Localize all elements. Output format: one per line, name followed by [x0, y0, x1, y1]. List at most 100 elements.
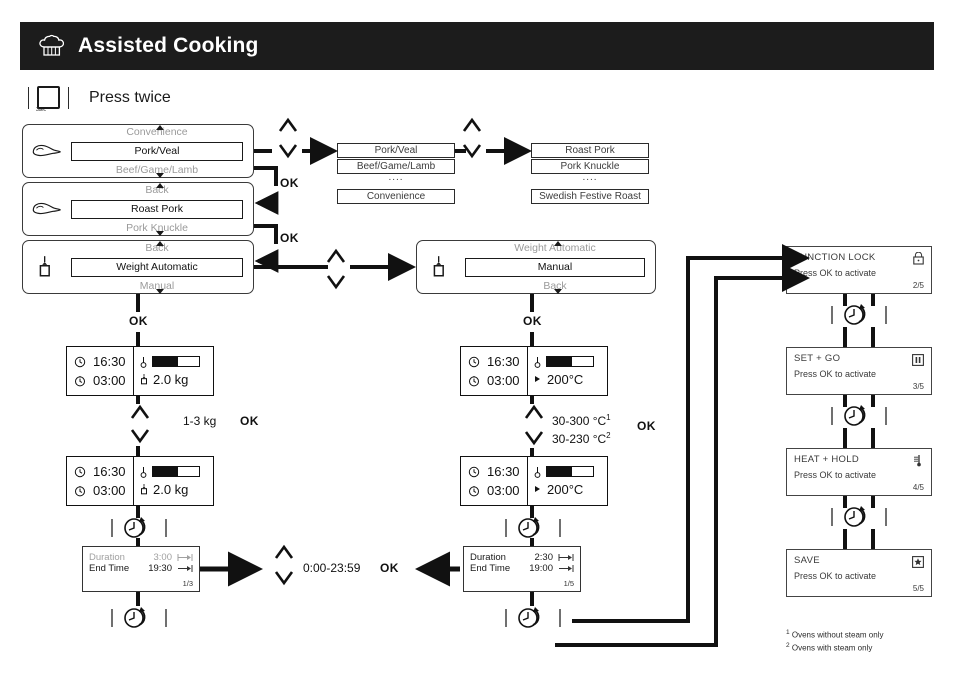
temperature-gauge-row: [533, 466, 607, 478]
caret-up-icon: [156, 124, 164, 130]
button-hold-label: 3sec: [36, 107, 46, 113]
caret-up-icon: [554, 240, 562, 246]
menu-list-mode: Back Weight Automatic Manual: [67, 240, 253, 295]
page-indicator: 3/5: [912, 382, 924, 391]
duration-panel-right[interactable]: Duration 2:30 End Time 19:00 1/5: [463, 546, 581, 592]
caret-down-icon: [156, 172, 164, 178]
end-time-value: 19:30: [148, 563, 172, 574]
caret-down-icon: [554, 288, 562, 294]
function-panel-set-and-go[interactable]: SET + GO Press OK to activate 3/5: [786, 347, 932, 395]
menu-box-weight-automatic[interactable]: Back Weight Automatic Manual: [22, 240, 254, 294]
page-indicator: 4/5: [912, 483, 924, 492]
menu-box-category[interactable]: Convenience Pork/Veal Beef/Game/Lamb: [22, 124, 254, 178]
duration-row: Duration 2:30: [470, 552, 574, 563]
footnotes: 1 Ovens without steam only 2 Ovens with …: [786, 628, 883, 655]
time-ok-label: OK: [380, 561, 399, 575]
gauge-fill: [153, 357, 179, 366]
menu-row-selected[interactable]: Manual: [465, 257, 645, 277]
caret-down-icon: [156, 288, 164, 294]
weight-range-label: 1-3 kg: [183, 414, 217, 428]
list-item[interactable]: Convenience: [337, 189, 455, 204]
rotary-selector-icon-6: [828, 404, 890, 433]
menu-box-dish[interactable]: Back Roast Pork Pork Knuckle: [22, 182, 254, 236]
pause-icon: [912, 353, 924, 371]
list-item[interactable]: Pork/Veal: [337, 143, 455, 158]
clock-value: 16:30: [93, 354, 126, 369]
rotary-selector-icon-5: [828, 303, 890, 332]
lock-icon: [913, 251, 924, 270]
timer-value: 03:00: [487, 483, 520, 498]
clock-icon: [74, 466, 86, 477]
caret-up-icon: [156, 182, 164, 188]
time-range-label: 0:00-23:59: [303, 561, 361, 575]
footnote-text: Ovens without steam only: [791, 630, 884, 640]
menu-row-selected[interactable]: Pork/Veal: [71, 141, 243, 161]
divider-right: [68, 86, 69, 109]
temperature-gauge: [152, 356, 200, 367]
list-ellipsis: ....: [582, 172, 598, 183]
timer-value: 03:00: [93, 483, 126, 498]
thermometer-icon: [534, 356, 541, 368]
menu-box-manual[interactable]: Weight Automatic Manual Back: [416, 240, 656, 294]
weight-value: 2.0 kg: [153, 481, 189, 497]
function-panel-save[interactable]: SAVE Press OK to activate 5/5: [786, 549, 932, 597]
temperature-gauge-row: [139, 356, 213, 368]
clock-row: 16:30: [74, 354, 133, 369]
thermometer-icon: [140, 466, 147, 478]
rotary-selector-icon-4: [502, 606, 564, 635]
rotary-selector-icon-1: [108, 516, 170, 545]
thermometer-icon: [534, 466, 541, 478]
clock-value: 16:30: [487, 354, 520, 369]
display-left-column: 16:30 03:00: [67, 457, 133, 505]
display-left-column: 16:30 03:00: [461, 457, 527, 505]
display-temperature-1: 16:30 03:00 200°C: [460, 346, 608, 396]
roast-meat-icon: [23, 140, 67, 162]
timer-value: 03:00: [93, 373, 126, 388]
temperature-value: 200°C: [547, 481, 584, 497]
fan-arrow-icon: [535, 486, 540, 492]
thermometer-icon: [912, 454, 924, 472]
function-panel-heat-and-hold[interactable]: HEAT + HOLD Press OK to activate 4/5: [786, 448, 932, 496]
temperature-row: 200°C: [533, 482, 607, 497]
list-item[interactable]: Swedish Festive Roast: [531, 189, 649, 204]
press-twice-row: 3sec Press twice: [20, 86, 171, 113]
duration-row: Duration 3:00: [89, 552, 193, 563]
star-box-icon: [912, 555, 924, 573]
rotary-selector-icon-7: [828, 505, 890, 534]
duration-panel-left[interactable]: Duration 3:00 End Time 19:30 1/3: [82, 546, 200, 592]
page-indicator: 2/5: [912, 281, 924, 290]
thermometer-icon: [140, 356, 147, 368]
function-panel-function-lock[interactable]: FUNCTION LOCK Press OK to activate 2/5: [786, 246, 932, 294]
menu-row-selected[interactable]: Weight Automatic: [71, 257, 243, 277]
list-item[interactable]: Roast Pork: [531, 143, 649, 158]
function-subtitle: Press OK to activate: [794, 571, 877, 581]
roast-meat-icon: [23, 198, 67, 220]
temp-range-2-footnote: 2: [606, 431, 611, 440]
menu-row-selected[interactable]: Roast Pork: [71, 199, 243, 219]
timer-row: 03:00: [468, 483, 527, 498]
duration-icon: [558, 554, 574, 561]
menu-list-mode-manual: Weight Automatic Manual Back: [461, 240, 655, 295]
display-right-column: 2.0 kg: [133, 347, 213, 395]
temp-range-1-value: 30-300 °C: [552, 414, 607, 428]
weight-row: 2.0 kg: [139, 482, 213, 497]
temp-range-1-footnote: 1: [606, 413, 611, 422]
temp-range-2: 30-230 °C2: [552, 431, 611, 446]
function-title: SET + GO: [794, 353, 841, 364]
square-button-icon[interactable]: 3sec: [36, 86, 60, 113]
timer-value: 03:00: [487, 373, 520, 388]
weight-value: 2.0 kg: [153, 371, 189, 387]
chef-hat-icon: [38, 33, 65, 59]
caret-up-icon: [156, 240, 164, 246]
function-subtitle: Press OK to activate: [794, 369, 877, 379]
end-time-value: 19:00: [529, 563, 553, 574]
divider-left: [28, 86, 29, 109]
function-title: SAVE: [794, 555, 820, 566]
timer-icon: [469, 375, 479, 386]
function-title: FUNCTION LOCK: [794, 252, 876, 263]
weight-row: 2.0 kg: [139, 372, 213, 387]
clock-icon: [468, 356, 480, 367]
weight-ok-label: OK: [240, 414, 259, 428]
duration-value: 2:30: [534, 552, 554, 563]
weight-icon: [141, 484, 147, 495]
